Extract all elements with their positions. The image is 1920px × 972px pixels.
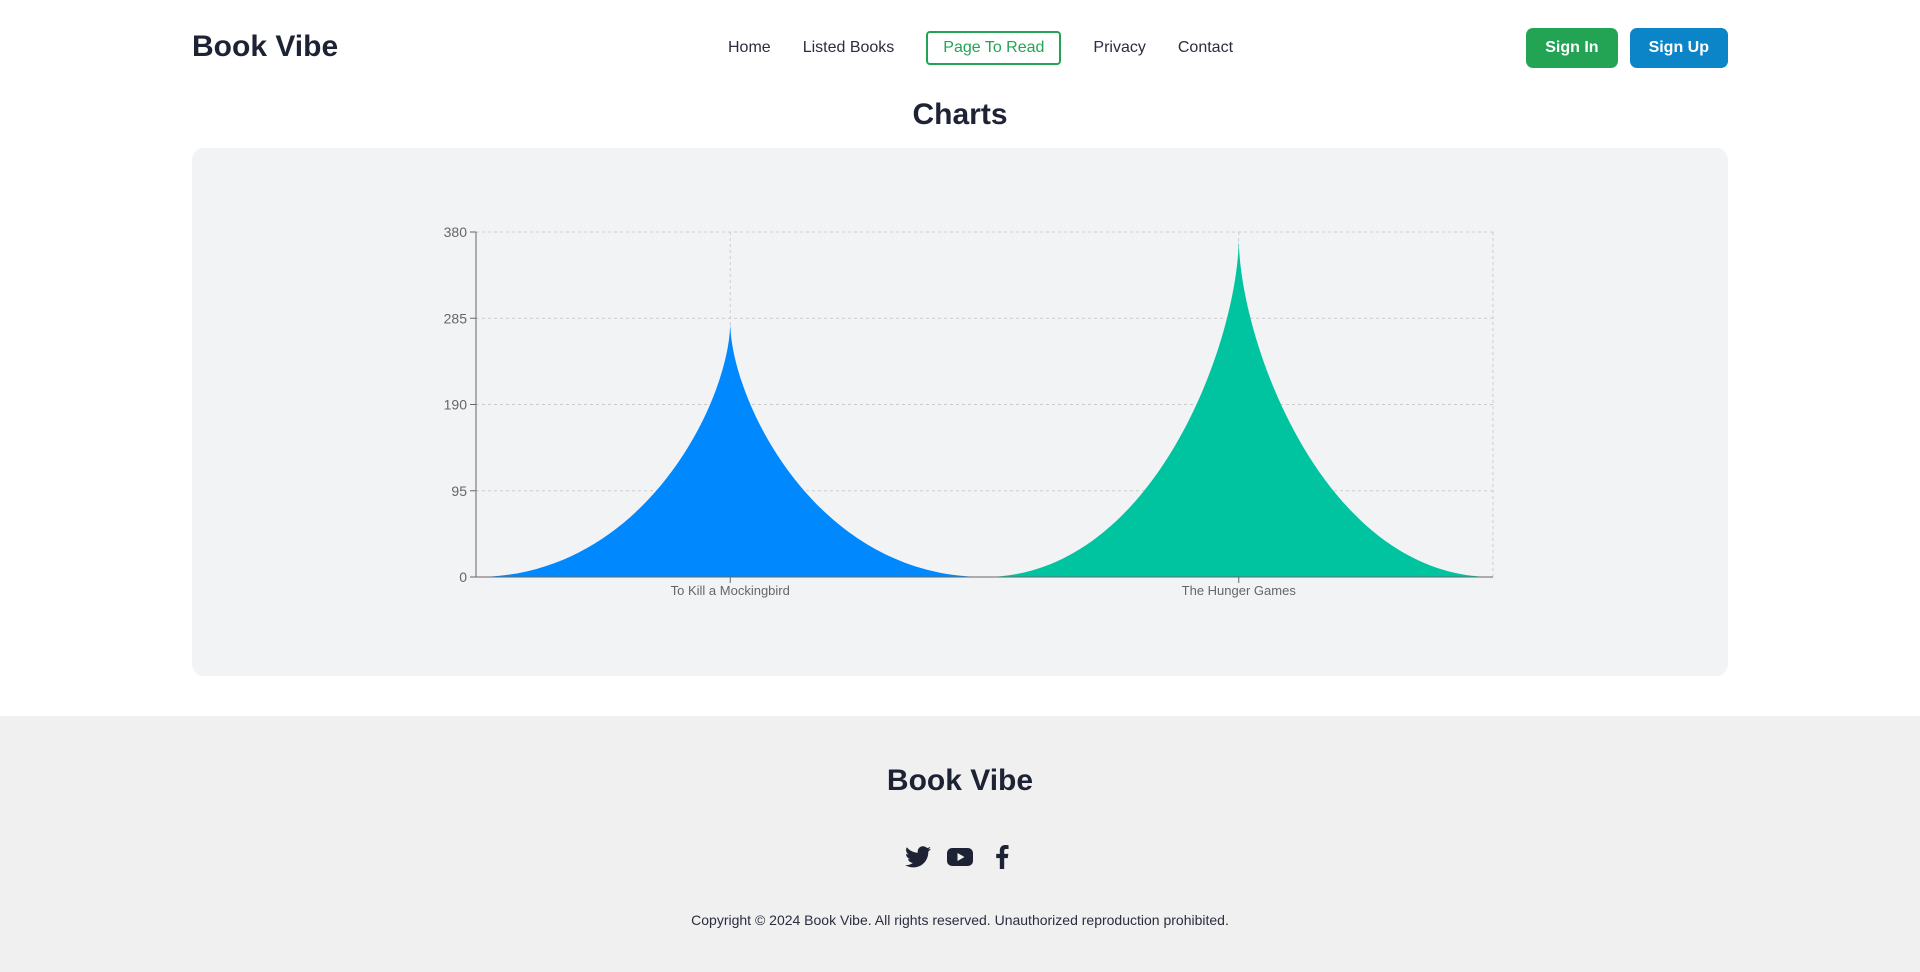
y-tick-label: 285 [444, 310, 468, 326]
nav-page-to-read[interactable]: Page To Read [926, 31, 1062, 65]
nav-listed-books[interactable]: Listed Books [787, 30, 911, 66]
facebook-icon[interactable] [989, 844, 1015, 870]
copyright-text: Copyright © 2024 Book Vibe. All rights r… [691, 912, 1229, 928]
footer-brand: Book Vibe [886, 764, 1034, 797]
y-tick-label: 95 [451, 483, 467, 499]
x-tick-label: To Kill a Mockingbird [671, 583, 790, 598]
chart-card: 0 95 190 285 380 To Kill a Mockingbird The Hun… [192, 148, 1728, 676]
youtube-icon[interactable] [947, 844, 973, 870]
x-tick-label: The Hunger Games [1182, 583, 1297, 598]
y-tick-label: 380 [444, 224, 468, 240]
navbar: Book Vibe Home Listed Books Page To Read… [192, 0, 1728, 96]
social-links [0, 844, 1920, 870]
y-tick-label: 0 [459, 569, 467, 585]
bar-chart: 0 95 190 285 380 To Kill a Mockingbird The Hun… [444, 224, 1494, 598]
page-title: Charts [912, 98, 1008, 131]
chart-bar-2 [984, 237, 1493, 577]
y-tick-label: 190 [444, 397, 468, 413]
nav-contact[interactable]: Contact [1162, 30, 1249, 66]
footer: Book Vibe Copyright © 2024 Book Vibe. Al… [0, 716, 1920, 972]
sign-in-button[interactable]: Sign In [1526, 28, 1618, 68]
auth-buttons: Sign In Sign Up [1526, 28, 1728, 68]
nav-privacy[interactable]: Privacy [1077, 30, 1161, 66]
twitter-icon[interactable] [905, 844, 931, 870]
nav-home[interactable]: Home [712, 30, 787, 66]
brand-logo[interactable]: Book Vibe [192, 30, 338, 64]
sign-up-button[interactable]: Sign Up [1629, 28, 1728, 68]
main-nav: Home Listed Books Page To Read Privacy C… [712, 30, 1249, 66]
chart-bar-1 [476, 321, 985, 577]
